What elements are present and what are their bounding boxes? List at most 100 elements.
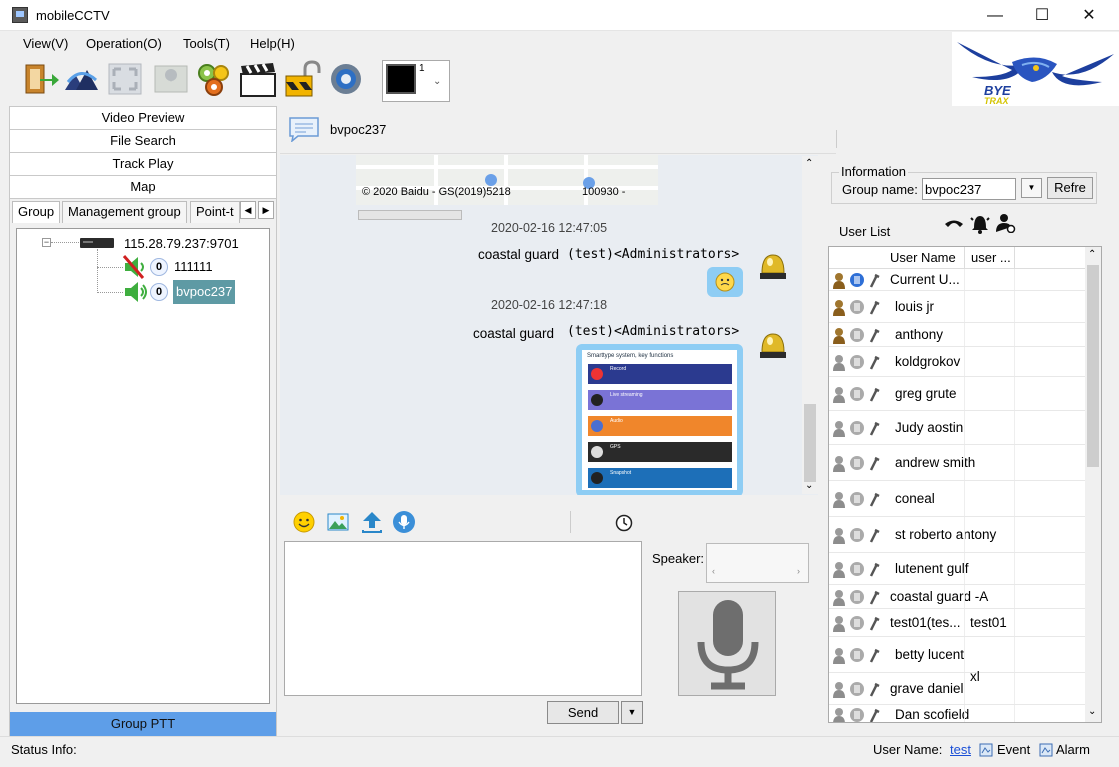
user-status-icons (833, 355, 880, 371)
chat-scrollbar[interactable]: ⌃ ⌄ (802, 156, 818, 494)
fullscreen-icon[interactable] (106, 60, 144, 98)
scroll-down-arrow-icon[interactable]: ⌄ (1088, 706, 1096, 717)
user-row[interactable]: Current U... (829, 269, 1085, 291)
tree-item-bvpoc237[interactable]: bvpoc237 (173, 280, 236, 304)
scroll-right-arrow-icon[interactable]: › (797, 566, 800, 576)
send-button[interactable]: Send (547, 701, 619, 724)
scroll-down-arrow-icon[interactable]: ⌄ (805, 480, 813, 491)
user-row[interactable]: Dan scofield (829, 705, 1085, 722)
menu-help[interactable]: Help(H) (250, 36, 295, 51)
file-upload-icon[interactable] (360, 510, 384, 534)
nav-track-play[interactable]: Track Play (10, 153, 276, 176)
send-options-dropdown[interactable]: ▼ (621, 701, 643, 724)
tree-collapse-toggle[interactable]: − (42, 238, 51, 247)
user-name: anthony (895, 327, 944, 342)
tab-scroll-right-button[interactable]: ▶ (258, 201, 274, 219)
group-name-dropdown[interactable]: ▼ (1021, 178, 1042, 198)
unlock-icon[interactable] (283, 60, 321, 98)
menu-view[interactable]: View(V) (23, 36, 68, 51)
network-icon[interactable] (62, 60, 100, 98)
column-header-user-extra[interactable]: user ... (971, 250, 1011, 265)
minimize-button[interactable]: — (972, 0, 1018, 31)
user-row[interactable]: greg grute (829, 377, 1085, 411)
event-button[interactable]: Event (997, 742, 1030, 757)
event-icon (979, 743, 993, 757)
user-row[interactable]: koldgrokov (829, 347, 1085, 377)
tab-group[interactable]: Group (12, 201, 61, 223)
column-divider (964, 323, 965, 346)
emoji-picker-icon[interactable] (293, 511, 315, 533)
menu-operation[interactable]: Operation(O) (86, 36, 162, 51)
tab-point-to-point[interactable]: Point-t (190, 201, 240, 223)
map-icon[interactable] (152, 60, 190, 98)
column-divider (1014, 291, 1015, 322)
nav-video-preview[interactable]: Video Preview (10, 107, 276, 130)
message-role: (test)<Administrators> (567, 324, 740, 339)
image-message-bubble[interactable]: Smarttype system, key functions Record L… (576, 344, 743, 495)
alarm-bell-icon[interactable] (970, 212, 990, 234)
user-name: koldgrokov (895, 354, 961, 369)
user-list-scrollbar[interactable]: ⌃ ⌄ (1085, 247, 1101, 722)
clapperboard-icon[interactable] (239, 60, 277, 98)
map-button[interactable] (358, 210, 462, 220)
tree-root-label[interactable]: 115.28.79.237:9701 (124, 236, 239, 251)
app-icon (12, 7, 28, 23)
group-ptt-button[interactable]: Group PTT (10, 712, 276, 736)
scroll-thumb[interactable] (1087, 265, 1099, 467)
tab-management-group[interactable]: Management group (62, 201, 187, 223)
image-upload-icon[interactable] (327, 511, 349, 533)
nav-map[interactable]: Map (10, 176, 276, 199)
tab-scroll-left-button[interactable]: ◀ (240, 201, 256, 219)
hangup-phone-icon[interactable] (944, 215, 964, 233)
user-status-icons (833, 421, 880, 437)
gear-settings-icon[interactable] (327, 60, 365, 98)
tree-item-111111[interactable]: 111111 (174, 259, 213, 274)
refresh-button[interactable]: Refre (1047, 177, 1093, 199)
scroll-left-arrow-icon[interactable]: ‹ (712, 566, 715, 576)
voice-record-icon[interactable] (392, 510, 416, 534)
nav-file-search[interactable]: File Search (10, 130, 276, 153)
toolbar: 1 ⌄ (0, 56, 952, 104)
user-settings-icon[interactable] (996, 213, 1016, 233)
user-name-link[interactable]: test (950, 742, 971, 757)
bell-avatar-icon (760, 333, 786, 358)
maximize-button[interactable]: ☐ (1019, 0, 1065, 31)
user-row[interactable]: coastal guard -A (829, 585, 1085, 609)
status-bar: Status Info: User Name: test Event Alarm (0, 736, 1119, 767)
emoji-message-bubble[interactable] (707, 267, 743, 297)
user-name: coastal guard -A (890, 589, 989, 604)
push-to-talk-button[interactable] (678, 591, 776, 696)
user-row[interactable]: andrew smith (829, 445, 1085, 481)
speaker-field[interactable]: ‹ › (706, 543, 809, 583)
group-name-field[interactable] (922, 178, 1016, 200)
user-row[interactable]: Judy aostin (829, 411, 1085, 445)
message-sender: coastal guard (473, 326, 555, 341)
alarm-button[interactable]: Alarm (1056, 742, 1090, 757)
column-header-user-name[interactable]: User Name (890, 250, 956, 265)
message-input[interactable] (284, 541, 642, 696)
user-row[interactable]: louis jr (829, 291, 1085, 323)
map-thumbnail[interactable]: © 2020 Baidu - GS(2019)5218 100930 - (356, 155, 658, 205)
user-row[interactable]: coneal (829, 481, 1085, 517)
scroll-thumb[interactable] (804, 404, 816, 482)
scroll-up-arrow-icon[interactable]: ⌃ (1088, 249, 1096, 260)
settings-gears-icon[interactable] (195, 60, 233, 98)
close-button[interactable]: ✕ (1066, 0, 1112, 31)
user-row[interactable]: grave daniel (829, 673, 1085, 705)
clock-history-icon[interactable] (615, 514, 633, 532)
user-row[interactable]: test01(tes... test01 (829, 609, 1085, 637)
user-row[interactable]: betty lucent xl (829, 637, 1085, 684)
smiley-emoji-icon (715, 272, 735, 292)
user-status-icons (833, 387, 880, 403)
user-row[interactable]: st roberto antony (829, 517, 1085, 553)
exit-icon[interactable] (22, 60, 60, 98)
column-divider (964, 673, 965, 704)
screen-split-select[interactable]: 1 ⌄ (382, 60, 450, 102)
user-row[interactable]: anthony (829, 323, 1085, 347)
user-row[interactable]: lutenent gulf (829, 553, 1085, 585)
scroll-up-arrow-icon[interactable]: ⌃ (805, 158, 813, 169)
image-card-title: Smarttype system, key functions (587, 353, 674, 359)
menu-tools[interactable]: Tools(T) (183, 36, 230, 51)
column-divider (1014, 637, 1015, 672)
window-title: mobileCCTV (36, 8, 110, 23)
